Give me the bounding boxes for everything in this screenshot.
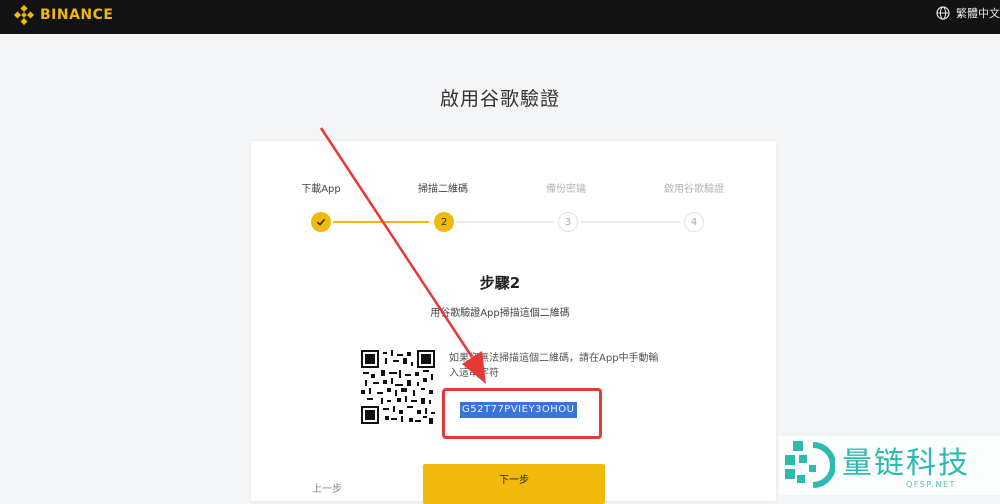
binance-diamond-icon: [14, 5, 34, 25]
step-connector: [456, 221, 554, 223]
step-label-download: 下載App: [301, 184, 341, 195]
language-selector[interactable]: 繁體中文: [936, 5, 1000, 21]
step-connector-done: [333, 221, 429, 223]
step-done-indicator: [311, 212, 331, 232]
step-heading: 步驟2: [479, 274, 521, 292]
previous-step-button[interactable]: 上一步: [312, 480, 342, 495]
step-pending-indicator: 3: [558, 212, 578, 232]
hint-line: 如果您無法掃描這個二維碼，請在App中手動輸: [449, 353, 659, 364]
brand-name: BINANCE: [40, 7, 114, 23]
watermark-subtext: QFSP.NET: [906, 480, 956, 489]
manual-entry-hint: 如果您無法掃描這個二維碼，請在App中手動輸 入這串字符: [449, 351, 689, 381]
next-step-button[interactable]: 下一步: [423, 464, 605, 504]
step-label-backup: 備份密鑰: [546, 184, 586, 195]
step-connector: [581, 221, 681, 223]
hint-line: 入這串字符: [449, 368, 499, 379]
step-label-enable: 啟用谷歌驗證: [664, 184, 724, 195]
qr-code: [361, 350, 435, 424]
watermark-text: 量链科技: [842, 446, 970, 481]
language-label: 繁體中文: [956, 7, 1000, 20]
watermark-logo-icon: [785, 441, 835, 488]
globe-icon: [936, 6, 950, 20]
page-title: 啟用谷歌驗證: [439, 88, 560, 110]
binance-logo[interactable]: BINANCE: [14, 5, 114, 25]
watermark: 量链科技 QFSP.NET: [779, 436, 1000, 495]
step-pending-indicator: 4: [684, 212, 704, 232]
step-label-scan: 掃描二維碼: [418, 184, 468, 195]
step-description: 用谷歌驗證App掃描這個二維碼: [430, 308, 570, 319]
setup-card: [251, 141, 776, 501]
check-icon: [316, 218, 326, 226]
highlight-annotation-box: [442, 388, 602, 439]
top-navbar: BINANCE 繁體中文: [0, 0, 1000, 34]
step-active-indicator: 2: [434, 212, 454, 232]
